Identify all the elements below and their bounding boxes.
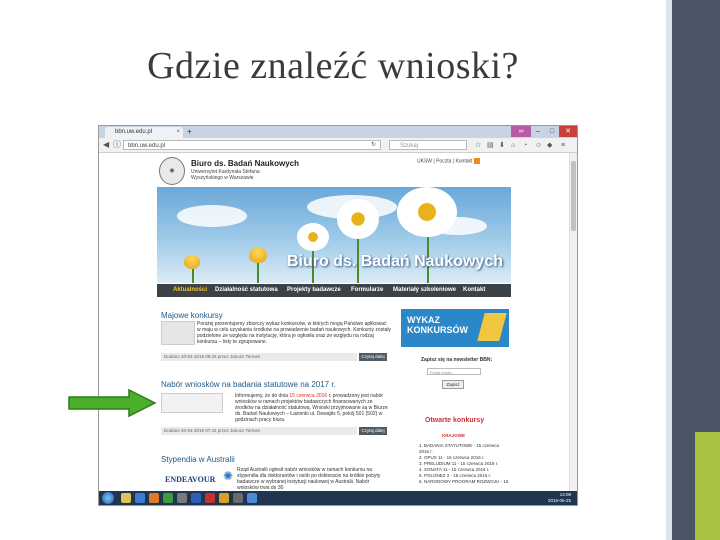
slide-title: Gdzie znaleźć wnioski?: [147, 45, 519, 87]
close-window-button[interactable]: ✕: [559, 126, 577, 137]
flower-bud-image: [249, 247, 267, 263]
menu-item-materialy[interactable]: Materiały szkoleniowe: [393, 284, 456, 297]
list-item[interactable]: 1. BADANIA STATUTOWE - 15 czerwca 2016 r…: [419, 443, 509, 455]
top-links[interactable]: UKSW | Poczta | Kontakt: [417, 158, 481, 164]
daisy-image: [297, 223, 329, 251]
close-icon[interactable]: ×: [176, 127, 180, 138]
tab-title: bbn.uw.edu.pl: [115, 129, 153, 135]
app-icon[interactable]: [247, 493, 257, 503]
email-field[interactable]: Podaj email...: [427, 368, 481, 375]
pdf-icon[interactable]: [205, 493, 215, 503]
clipboard-icon[interactable]: ▤: [487, 141, 494, 150]
cloud-decoration: [177, 205, 247, 227]
read-more-button[interactable]: Czytaj dalej: [359, 353, 387, 361]
news-title[interactable]: Nabór wniosków na badania statutowe na 2…: [161, 380, 336, 389]
decor-bar-accent: [695, 432, 720, 540]
browser-tab[interactable]: bbn.uw.edu.pl ×: [105, 127, 183, 138]
url-input[interactable]: bbn.uw.edu.pl: [123, 140, 381, 150]
extension-icon[interactable]: ◆: [547, 141, 552, 150]
firefox-icon[interactable]: [219, 493, 229, 503]
news-meta: Dodano 20-04-2016 07:44 przez Janusz Ter…: [161, 427, 357, 435]
start-button[interactable]: [102, 492, 114, 504]
star-icon[interactable]: ☆: [475, 141, 481, 150]
read-more-button[interactable]: Czytaj dalej: [359, 427, 387, 435]
back-icon[interactable]: ◀: [103, 140, 109, 150]
smile-icon[interactable]: ☺: [535, 141, 542, 150]
app-icon[interactable]: [233, 493, 243, 503]
tab-bar: bbn.uw.edu.pl × + ∞ – □ ✕: [99, 126, 577, 138]
menu-item-projekty[interactable]: Projekty badawcze: [287, 284, 341, 297]
open-competitions-title: Otwarte konkursy: [425, 417, 485, 424]
app-icon[interactable]: [177, 493, 187, 503]
list-item[interactable]: 6. NARODOWY PROGRAM ROZWOJU - 16: [419, 479, 509, 485]
folder-icon[interactable]: [121, 493, 131, 503]
decor-bar-light: [666, 0, 672, 540]
menu-item-aktualnosci[interactable]: Aktualności: [173, 284, 207, 297]
news-thumbnail: [161, 393, 223, 413]
navigation-bar: ◀ ⓘ bbn.uw.edu.pl ↻ Szukaj ☆ ▤ ⬇ ⌂ ◔ ☺ ◆…: [99, 138, 577, 153]
reload-icon[interactable]: ↻: [371, 140, 376, 150]
excel-icon[interactable]: [163, 493, 173, 503]
scroll-thumb[interactable]: [571, 161, 576, 231]
news-body: Poniżej prezentujemy zbiorczy wykaz konk…: [197, 321, 391, 345]
daisy-image: [337, 199, 379, 239]
news-thumbnail: [161, 321, 195, 345]
star-icon: ✺: [223, 469, 234, 483]
org-subtitle: Uniwersytet Kardynała Stefana Wyszyńskie…: [191, 169, 260, 181]
search-input[interactable]: Szukaj: [389, 140, 467, 150]
main-menu: Aktualności Działalność statutowa Projek…: [157, 284, 511, 297]
browser-screenshot: bbn.uw.edu.pl × + ∞ – □ ✕ ◀ ⓘ bbn.uw.edu…: [98, 125, 578, 506]
endeavour-logo: ENDEAVOUR: [165, 475, 216, 484]
menu-icon[interactable]: ≡: [561, 141, 565, 150]
daisy-image: [397, 187, 457, 237]
home-icon[interactable]: ⌂: [511, 141, 515, 150]
banner-title: Biuro ds. Badań Naukowych: [286, 253, 503, 270]
word-icon[interactable]: [191, 493, 201, 503]
news-title[interactable]: Stypendia w Australii: [161, 455, 235, 464]
green-arrow-pointer: [68, 388, 157, 418]
pocket-icon[interactable]: ◔: [523, 141, 527, 150]
new-tab-button[interactable]: +: [187, 127, 192, 137]
taskbar: 14:08 2016-05-25: [99, 491, 577, 505]
private-mode-icon: ∞: [511, 126, 531, 137]
ie-icon[interactable]: [135, 493, 145, 503]
subscribe-button[interactable]: Zapisz: [442, 380, 464, 389]
web-page: ◉ Biuro ds. Badań Naukowych Uniwersytet …: [99, 153, 569, 491]
open-competitions-subtitle: KRAJOWE: [442, 433, 466, 438]
org-name: Biuro ds. Badań Naukowych: [191, 159, 300, 168]
open-competitions-list: 1. BADANIA STATUTOWE - 15 czerwca 2016 r…: [419, 443, 509, 485]
menu-item-formularze[interactable]: Formularze: [351, 284, 383, 297]
info-icon[interactable]: ⓘ: [113, 140, 121, 150]
minimize-button[interactable]: –: [531, 126, 545, 137]
news-body: Rząd Australii ogłosił nabór wniosków w …: [237, 467, 381, 491]
menu-item-dzialalnosc[interactable]: Działalność statutowa: [215, 284, 278, 297]
rss-icon[interactable]: [474, 158, 481, 164]
download-icon[interactable]: ⬇: [499, 141, 505, 150]
competitions-banner[interactable]: WYKAZ KONKURSÓW: [401, 309, 509, 347]
university-seal-logo: ◉: [159, 157, 185, 185]
media-icon[interactable]: [149, 493, 159, 503]
menu-item-kontakt[interactable]: Kontakt: [463, 284, 485, 297]
news-title[interactable]: Majowe konkursy: [161, 311, 223, 320]
maximize-button[interactable]: □: [545, 126, 559, 137]
news-body: Informujemy, że do dnia 15 czerwca 2016 …: [235, 393, 388, 423]
newsletter-label: Zapisz się na newsletter BBN:: [421, 357, 493, 363]
news-meta: Dodano 20-04-2016 09:25 przez Janusz Ter…: [161, 353, 357, 361]
flower-bud-image: [184, 255, 200, 269]
header-banner: Biuro ds. Badań Naukowych: [157, 187, 511, 283]
clock[interactable]: 14:08 2016-05-25: [548, 492, 571, 504]
page-scrollbar[interactable]: [569, 153, 577, 491]
